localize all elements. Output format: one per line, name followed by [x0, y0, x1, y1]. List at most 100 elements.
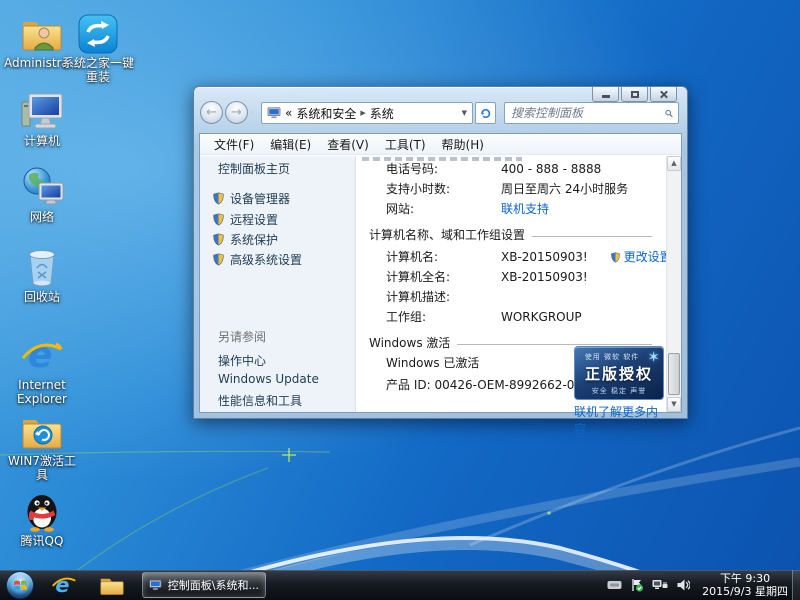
explorer-window: ← → ▾ « 系统和安全 ▶ 系统 ▼ 文件(F)	[193, 86, 688, 419]
window-client-area: 文件(F) 编辑(E) 查看(V) 工具(T) 帮助(H) 控制面板主页 设备管…	[199, 133, 682, 413]
sidebar-advanced-settings[interactable]: 高级系统设置	[212, 251, 302, 268]
learn-more-online-link[interactable]: 联机了解更多内容...	[574, 403, 666, 437]
search-icon[interactable]	[665, 107, 673, 120]
genuine-software-badge[interactable]: 使用 微软 软件 ✶ 正版授权 安全 稳定 声誉	[574, 346, 664, 400]
svg-text:e: e	[55, 573, 69, 597]
network-icon	[4, 160, 80, 208]
windows-flag-icon	[13, 578, 28, 593]
address-bar[interactable]: « 系统和安全 ▶ 系统 ▼	[261, 102, 473, 124]
uac-shield-icon	[212, 233, 225, 246]
sidebar-control-panel-home[interactable]: 控制面板主页	[218, 160, 290, 177]
clock-time: 下午 9:30	[702, 572, 788, 585]
sidebar-see-also-header: 另请参阅	[218, 328, 266, 345]
sidebar-windows-update[interactable]: Windows Update	[218, 372, 319, 386]
breadcrumb-security[interactable]: 系统和安全	[296, 105, 356, 122]
row-computer-fullname: 计算机全名:XB-20150903!	[386, 268, 662, 284]
desktop-icon-label: 系统之家一键重装	[62, 56, 134, 84]
menu-view[interactable]: 查看(V)	[319, 134, 377, 155]
desktop-icon-recycle-bin[interactable]: 回收站	[4, 240, 80, 304]
sidebar-device-manager[interactable]: 设备管理器	[212, 190, 290, 207]
system-window-icon	[149, 578, 162, 592]
svg-text:e: e	[28, 335, 52, 376]
desktop-icon-label: 计算机	[4, 134, 80, 148]
clock-date: 2015/9/3 星期四	[702, 585, 788, 598]
change-settings-link[interactable]: 更改设置	[610, 250, 672, 264]
search-box	[504, 102, 679, 124]
menu-file[interactable]: 文件(F)	[206, 134, 262, 155]
green-sparkle	[282, 448, 296, 462]
taskbar-clock[interactable]: 下午 9:30 2015/9/3 星期四	[702, 572, 788, 598]
desktop-icon-reinstall-app[interactable]: 系统之家一键重装	[62, 6, 134, 84]
desktop-icon-computer[interactable]: 计算机	[4, 84, 80, 148]
reinstall-app-icon	[62, 6, 134, 54]
tray-device-icon[interactable]	[607, 580, 622, 590]
search-input[interactable]	[505, 106, 665, 120]
back-button[interactable]: ←	[200, 101, 223, 124]
start-button[interactable]	[6, 571, 34, 599]
taskbar-ie-button[interactable]: e	[44, 571, 84, 599]
folder-icon	[99, 575, 125, 596]
address-location-icon	[267, 107, 281, 119]
support-row-website: 网站:联机支持	[386, 200, 662, 216]
tray-action-center-icon[interactable]	[630, 578, 644, 592]
desktop-icon-label: 回收站	[4, 290, 80, 304]
system-tray: 下午 9:30 2015/9/3 星期四	[607, 570, 788, 600]
breadcrumb-separator-icon: ▶	[360, 109, 365, 117]
desktop-icon-label: 网络	[4, 210, 80, 224]
sidebar-performance-tools[interactable]: 性能信息和工具	[218, 392, 302, 409]
desktop-icon-label: Internet Explorer	[4, 378, 80, 406]
uac-shield-icon	[212, 192, 225, 205]
taskbar-window-button[interactable]: 控制面板\系统和...	[142, 572, 266, 598]
row-computer-description: 计算机描述:	[386, 288, 662, 304]
refresh-icon	[479, 107, 492, 120]
activation-folder-icon	[4, 404, 80, 452]
scroll-up-button[interactable]: ▲	[667, 156, 681, 171]
tray-network-icon[interactable]	[652, 579, 668, 592]
breadcrumb-system[interactable]: 系统	[370, 105, 394, 122]
support-row-phone: 电话号码:400 - 888 - 8888	[386, 160, 662, 176]
vertical-scrollbar[interactable]: ▲ ▼	[666, 156, 681, 412]
show-desktop-button[interactable]	[792, 570, 800, 600]
recent-pages-chevron-icon[interactable]: ▾	[250, 108, 254, 117]
uac-shield-icon	[212, 253, 225, 266]
computer-name-section-header: 计算机名称、域和工作组设置	[369, 226, 652, 243]
badge-line2: 正版授权	[575, 363, 663, 384]
sidebar: 控制面板主页 设备管理器 远程设置 系统保护	[200, 156, 356, 412]
desktop-icon-qq[interactable]: 腾讯QQ	[4, 484, 80, 548]
sidebar-remote-settings[interactable]: 远程设置	[212, 211, 278, 228]
uac-shield-icon	[212, 213, 225, 226]
address-dropdown-icon[interactable]: ▼	[462, 109, 467, 117]
desktop-icon-win7-activation[interactable]: WIN7激活工具	[4, 404, 80, 482]
maximize-icon	[631, 91, 639, 98]
menu-help[interactable]: 帮助(H)	[434, 134, 492, 155]
internet-explorer-icon: e	[4, 328, 80, 376]
scrollbar-thumb[interactable]	[668, 353, 680, 395]
scroll-down-button[interactable]: ▼	[667, 397, 681, 412]
tray-volume-icon[interactable]	[676, 578, 690, 592]
desktop-icon-internet-explorer[interactable]: e Internet Explorer	[4, 328, 80, 406]
refresh-button[interactable]	[475, 102, 496, 124]
sidebar-action-center[interactable]: 操作中心	[218, 352, 266, 369]
forward-button[interactable]: →	[225, 101, 248, 124]
support-row-hours: 支持小时数:周日至周六 24小时服务	[386, 180, 662, 196]
menu-edit[interactable]: 编辑(E)	[262, 134, 319, 155]
online-support-link[interactable]: 联机支持	[501, 202, 549, 216]
breadcrumb-overflow[interactable]: «	[285, 106, 292, 120]
desktop-icon-label: 腾讯QQ	[4, 534, 80, 548]
computer-icon	[4, 84, 80, 132]
badge-line3: 安全 稳定 声誉	[575, 386, 663, 396]
minimize-icon	[602, 95, 610, 98]
taskbar-window-label: 控制面板\系统和...	[168, 577, 259, 593]
close-icon	[659, 90, 668, 99]
desktop-icon-network[interactable]: 网络	[4, 160, 80, 224]
taskbar: e 控制面板\系统和... 下午 9:30 2015/9/3 星	[0, 570, 800, 600]
recycle-bin-icon	[4, 240, 80, 288]
taskbar-explorer-button[interactable]	[92, 571, 132, 599]
menu-tools[interactable]: 工具(T)	[377, 134, 434, 155]
sidebar-system-protection[interactable]: 系统保护	[212, 231, 278, 248]
row-workgroup: 工作组:WORKGROUP	[386, 308, 662, 324]
navigation-bar: ← → ▾ « 系统和安全 ▶ 系统 ▼	[200, 99, 681, 127]
internet-explorer-icon: e	[51, 572, 77, 598]
desktop-icon-label: WIN7激活工具	[4, 454, 80, 482]
row-computer-name: 计算机名:XB-20150903!更改设置	[386, 248, 662, 264]
